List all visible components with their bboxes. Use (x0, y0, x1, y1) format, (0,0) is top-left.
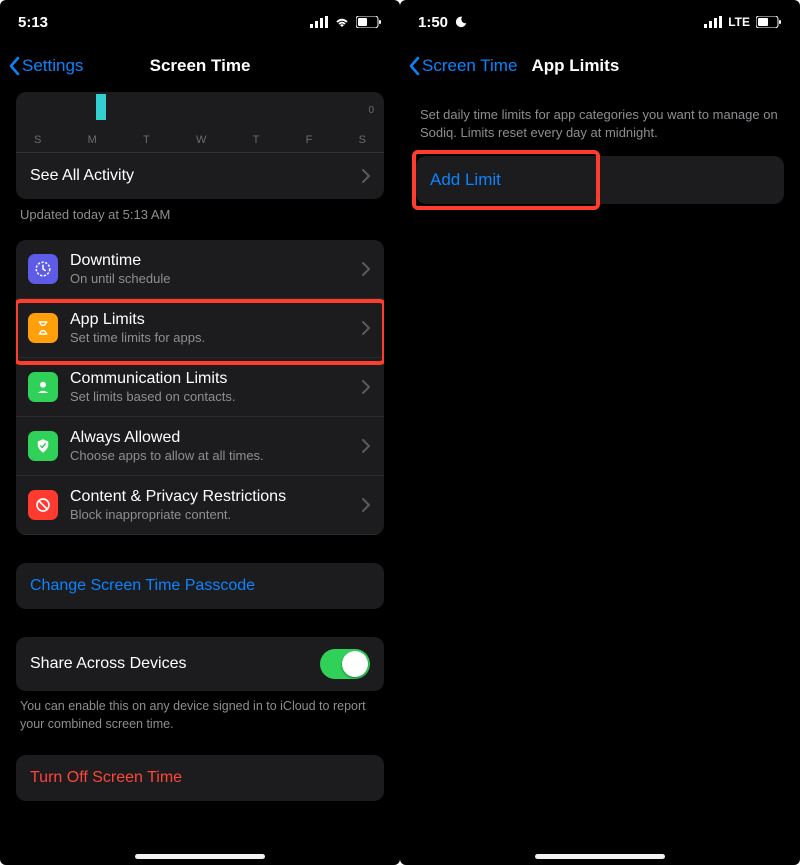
home-indicator[interactable] (135, 854, 265, 859)
chevron-right-icon (362, 321, 370, 335)
row-title: Downtime (70, 252, 362, 270)
status-bar: 5:13 (0, 0, 400, 44)
cellular-icon (704, 16, 722, 28)
chevron-right-icon (362, 498, 370, 512)
see-all-activity[interactable]: See All Activity (16, 152, 384, 199)
add-limit-button[interactable]: Add Limit (416, 156, 784, 204)
row-communication-limits[interactable]: Communication Limits Set limits based on… (16, 358, 384, 417)
chart-axis-zero: 0 (368, 105, 374, 116)
change-passcode-label: Change Screen Time Passcode (30, 577, 255, 594)
chevron-left-icon (8, 56, 20, 76)
row-downtime[interactable]: Downtime On until schedule (16, 240, 384, 299)
app-limits-description: Set daily time limits for app categories… (416, 88, 784, 150)
chevron-right-icon (362, 439, 370, 453)
status-time: 5:13 (18, 14, 48, 31)
chart-day-labels: S M T W T F S (16, 134, 384, 152)
see-all-activity-label: See All Activity (30, 167, 134, 185)
chevron-right-icon (362, 262, 370, 276)
change-passcode-button[interactable]: Change Screen Time Passcode (16, 563, 384, 609)
chevron-right-icon (362, 169, 370, 183)
turn-off-label: Turn Off Screen Time (30, 769, 182, 786)
updated-text: Updated today at 5:13 AM (16, 199, 384, 240)
row-title: Always Allowed (70, 429, 362, 447)
row-sub: Set time limits for apps. (70, 330, 362, 345)
back-label: Settings (22, 56, 83, 76)
share-across-devices-row: Share Across Devices (16, 637, 384, 691)
share-footnote: You can enable this on any device signed… (16, 691, 384, 733)
battery-icon (756, 16, 782, 28)
row-title: Content & Privacy Restrictions (70, 488, 362, 506)
row-content-privacy[interactable]: Content & Privacy Restrictions Block ina… (16, 476, 384, 535)
row-sub: Set limits based on contacts. (70, 389, 362, 404)
add-limit-group: Add Limit (416, 156, 784, 204)
do-not-disturb-icon (454, 15, 468, 29)
share-label: Share Across Devices (30, 655, 187, 673)
add-limit-label: Add Limit (430, 170, 501, 189)
share-toggle[interactable] (320, 649, 370, 679)
no-sign-icon (28, 490, 58, 520)
home-indicator[interactable] (535, 854, 665, 859)
person-icon (28, 372, 58, 402)
network-label: LTE (728, 15, 750, 29)
back-button[interactable]: Settings (8, 56, 83, 76)
back-label: Screen Time (422, 56, 517, 76)
status-bar: 1:50 LTE (400, 0, 800, 44)
screenshot-left: 5:13 Settings Screen Time 0 (0, 0, 400, 865)
page-title: Screen Time (150, 56, 251, 76)
chevron-left-icon (408, 56, 420, 76)
checkmark-shield-icon (28, 431, 58, 461)
settings-group: Downtime On until schedule App Limits Se… (16, 240, 384, 535)
wifi-icon (334, 16, 350, 28)
screenshot-right: 1:50 LTE Screen Time App Limits Set dail… (400, 0, 800, 865)
cellular-icon (310, 16, 328, 28)
downtime-icon (28, 254, 58, 284)
back-button[interactable]: Screen Time (408, 56, 517, 76)
row-sub: Choose apps to allow at all times. (70, 448, 362, 463)
row-always-allowed[interactable]: Always Allowed Choose apps to allow at a… (16, 417, 384, 476)
turn-off-screen-time-button[interactable]: Turn Off Screen Time (16, 755, 384, 801)
row-sub: On until schedule (70, 271, 362, 286)
battery-icon (356, 16, 382, 28)
nav-bar: Settings Screen Time (0, 44, 400, 88)
row-sub: Block inappropriate content. (70, 507, 362, 522)
share-group: Share Across Devices (16, 637, 384, 691)
usage-chart[interactable]: 0 S M T W T F S See All Activity (16, 92, 384, 199)
nav-bar: Screen Time App Limits (400, 44, 800, 88)
row-title: Communication Limits (70, 370, 362, 388)
page-title: App Limits (531, 56, 619, 76)
status-time: 1:50 (418, 14, 448, 31)
chevron-right-icon (362, 380, 370, 394)
row-app-limits[interactable]: App Limits Set time limits for apps. (16, 299, 384, 358)
status-indicators: LTE (704, 15, 782, 29)
status-indicators (310, 16, 382, 28)
row-title: App Limits (70, 311, 362, 329)
chart-bar (96, 94, 106, 120)
hourglass-icon (28, 313, 58, 343)
